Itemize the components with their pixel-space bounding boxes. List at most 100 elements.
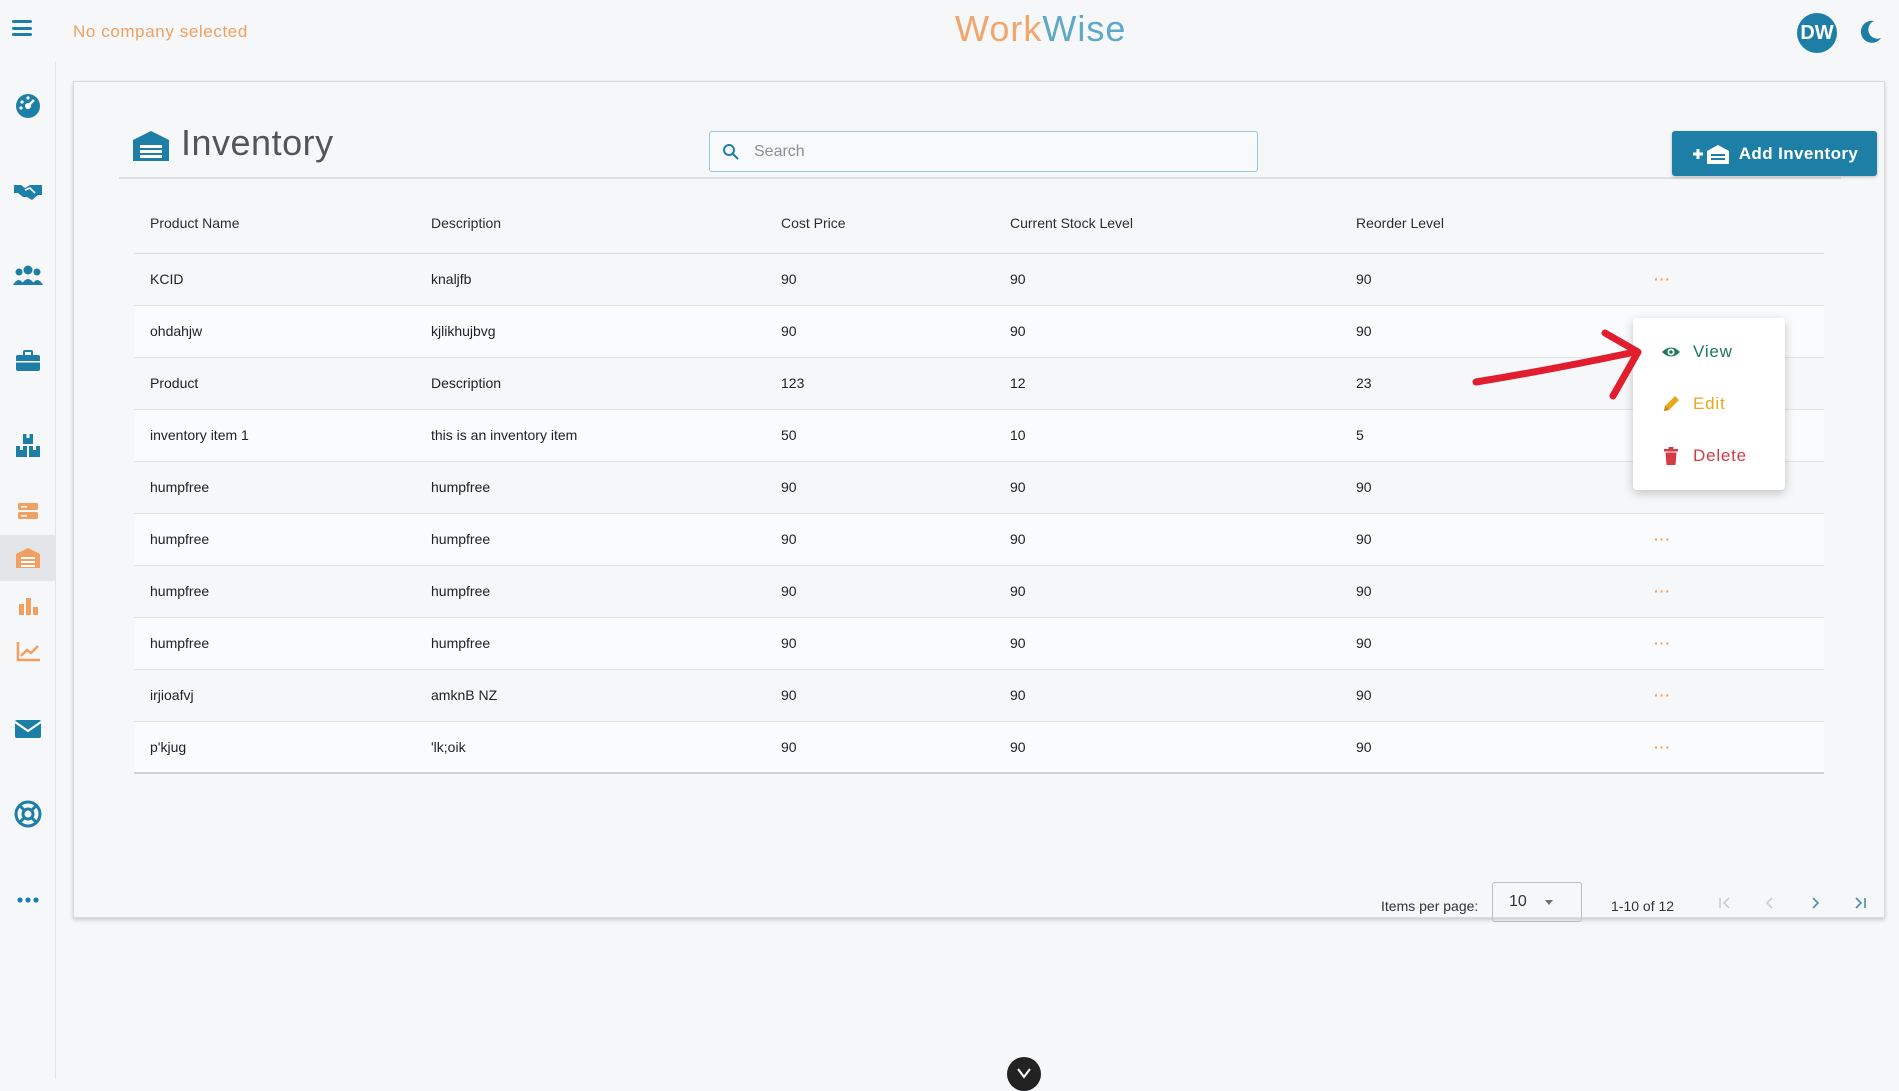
edit-menu-item[interactable]: Edit [1633, 380, 1785, 428]
inventory-card: Inventory Add Inventory Product Name Des… [73, 81, 1885, 922]
table-row[interactable]: humpfreehumpfree909090··· [134, 565, 1824, 618]
cell-cost-price: 90 [765, 513, 994, 566]
sidebar-item-reports[interactable] [0, 582, 55, 628]
company-status[interactable]: No company selected [73, 22, 248, 42]
row-actions-button[interactable]: ··· [1654, 271, 1671, 287]
add-inventory-button[interactable]: Add Inventory [1672, 131, 1877, 176]
cell-stock-level: 12 [994, 357, 1340, 410]
cell-stock-level: 90 [994, 721, 1340, 774]
cell-reorder-level: 90 [1340, 565, 1638, 618]
table-row[interactable]: humpfreehumpfree909090··· [134, 617, 1824, 670]
cell-description: humpfree [415, 461, 765, 514]
row-actions-button[interactable]: ··· [1654, 687, 1671, 703]
search-icon [723, 144, 739, 160]
search-box[interactable] [709, 131, 1258, 172]
users-icon [12, 265, 43, 285]
sidebar-item-jobs[interactable] [0, 338, 55, 384]
cell-cost-price: 90 [765, 305, 994, 358]
brand-logo: WorkWise [955, 8, 1127, 49]
cell-product-name: p'kjug [134, 721, 415, 774]
table-row[interactable]: humpfreehumpfree909090··· [134, 513, 1824, 566]
table-row[interactable]: inventory item 1 this is an inventory ite… [134, 409, 1824, 462]
view-menu-item[interactable]: View [1633, 328, 1785, 376]
column-header-reorder-level[interactable]: Reorder Level [1340, 193, 1638, 254]
cell-product-name: ohdahjw [134, 305, 415, 358]
cell-product-name: inventory item 1 [134, 409, 415, 462]
next-page-button[interactable] [1803, 891, 1827, 915]
table-row[interactable]: irjioafvj amknB NZ 90 90 90 ··· [134, 669, 1824, 722]
search-input[interactable] [754, 132, 1244, 171]
cell-reorder-level: 90 [1340, 513, 1638, 566]
cell-description: humpfree [415, 565, 765, 618]
row-actions-button[interactable]: ··· [1654, 739, 1671, 755]
moon-icon[interactable] [1856, 18, 1884, 46]
sidebar-item-messages[interactable] [0, 706, 55, 752]
cell-cost-price: 90 [765, 253, 994, 306]
caret-down-icon [1545, 900, 1553, 905]
items-per-page-select[interactable]: 10 [1492, 882, 1582, 922]
sidebar-item-analytics[interactable] [0, 628, 55, 674]
cell-cost-price: 123 [765, 357, 994, 410]
table-row[interactable]: p'kjug'lk;oik 90 90 90 ··· [134, 721, 1824, 774]
first-page-button[interactable] [1712, 891, 1736, 915]
last-page-button[interactable] [1849, 891, 1873, 915]
chevron-right-icon [1812, 897, 1820, 909]
warehouse-icon [15, 548, 40, 568]
sidebar-item-users[interactable] [0, 253, 55, 299]
table-row[interactable]: humpfreehumpfree909090··· [134, 461, 1824, 514]
column-header-current-stock[interactable]: Current Stock Level [994, 193, 1340, 254]
menu-icon[interactable] [12, 20, 32, 36]
cell-description: 'lk;oik [415, 721, 765, 774]
view-label: View [1693, 342, 1733, 361]
dashboard-gauge-icon [15, 94, 40, 118]
column-header-description[interactable]: Description [415, 193, 765, 254]
bottom-toggle-button[interactable] [1007, 1057, 1041, 1091]
column-header-product-name[interactable]: Product Name [134, 193, 415, 254]
avatar[interactable]: DW [1797, 13, 1837, 53]
card-header: Inventory Add Inventory [119, 112, 1877, 179]
row-actions-button[interactable]: ··· [1654, 583, 1671, 599]
sidebar-item-inventory[interactable] [0, 535, 55, 581]
page-title: Inventory [181, 122, 334, 163]
sidebar-item-more[interactable] [0, 877, 55, 923]
chevron-down-icon [1017, 1068, 1031, 1079]
row-actions-button[interactable]: ··· [1654, 531, 1671, 547]
lifebuoy-icon [14, 800, 41, 828]
cell-stock-level: 90 [994, 617, 1340, 670]
cell-reorder-level: 90 [1340, 461, 1638, 514]
cell-product-name: humpfree [134, 617, 415, 670]
briefcase-icon [15, 350, 40, 371]
cell-stock-level: 10 [994, 409, 1340, 462]
cell-cost-price: 50 [765, 409, 994, 462]
sidebar-item-products[interactable] [0, 423, 55, 469]
table-row[interactable]: KCID knaljfb 90 90 90 ··· [134, 253, 1824, 306]
chevron-left-icon [1765, 897, 1773, 909]
delete-menu-item[interactable]: Delete [1633, 432, 1785, 480]
sidebar-item-services[interactable] [0, 488, 55, 534]
delete-label: Delete [1693, 446, 1747, 465]
sidebar-item-deals[interactable] [0, 168, 55, 214]
cell-cost-price: 90 [765, 565, 994, 618]
last-page-icon [1855, 897, 1866, 909]
cell-description: this is an inventory item [415, 409, 765, 462]
column-header-cost-price[interactable]: Cost Price [765, 193, 994, 254]
paginator: Items per page: 10 1-10 of 12 [134, 882, 1866, 922]
cell-stock-level: 90 [994, 669, 1340, 722]
cell-stock-level: 90 [994, 461, 1340, 514]
cell-product-name: KCID [134, 253, 415, 306]
cell-reorder-level: 5 [1340, 409, 1638, 462]
cell-cost-price: 90 [765, 461, 994, 514]
row-actions-menu: View Edit Delete [1633, 318, 1785, 490]
warehouse-icon [133, 131, 169, 161]
add-inventory-label: Add Inventory [1738, 143, 1859, 163]
cell-description: Description [415, 357, 765, 410]
cell-reorder-level: 90 [1340, 617, 1638, 670]
sidebar-item-support[interactable] [0, 791, 55, 837]
row-actions-button[interactable]: ··· [1654, 635, 1671, 651]
cell-reorder-level: 90 [1340, 669, 1638, 722]
handshake-icon [13, 185, 42, 200]
sidebar-item-dashboard[interactable] [0, 83, 55, 129]
previous-page-button[interactable] [1758, 891, 1782, 915]
more-dots-icon [16, 897, 39, 903]
items-per-page-label: Items per page: [1381, 898, 1479, 914]
